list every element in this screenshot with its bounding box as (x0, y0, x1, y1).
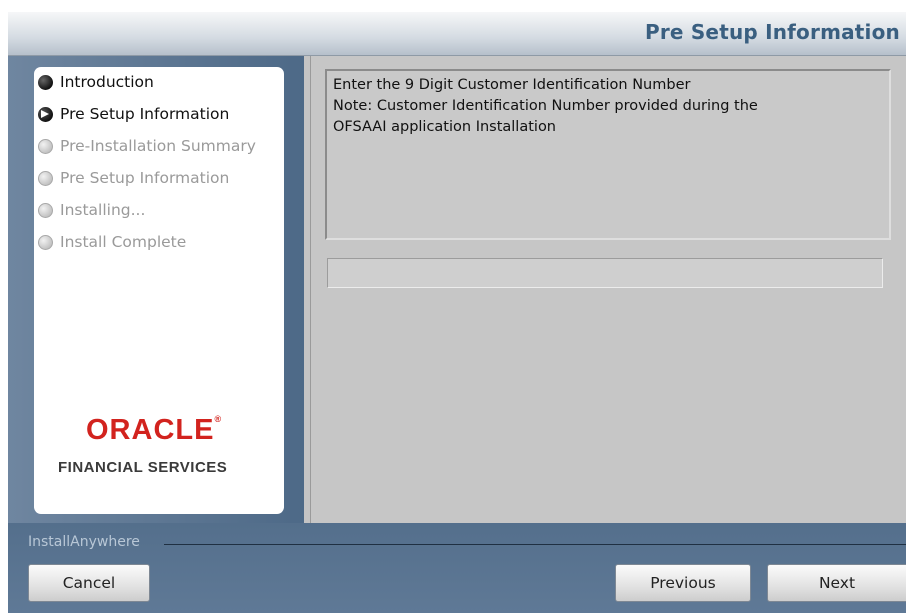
customer-id-input[interactable] (327, 258, 883, 288)
step-label: Install Complete (60, 233, 187, 251)
page-title: Pre Setup Information (644, 20, 900, 44)
step-pending-icon (38, 234, 53, 250)
step-label: Pre Setup Information (60, 169, 230, 187)
instruction-line: OFSAAI application Installation (333, 119, 557, 135)
footer-bar: InstallAnywhere Cancel Previous Next (8, 523, 906, 613)
instructions-box: Enter the 9 Digit Customer Identificatio… (325, 69, 891, 240)
step-pre-setup-information-2: Pre Setup Information (38, 167, 229, 189)
header-band: Pre Setup Information (8, 12, 906, 56)
step-pre-installation-summary: Pre-Installation Summary (38, 135, 256, 157)
step-label: Pre-Installation Summary (60, 137, 256, 155)
instruction-line: Note: Customer Identification Number pro… (333, 98, 758, 114)
step-complete-icon (38, 74, 53, 90)
cancel-button[interactable]: Cancel (28, 564, 150, 602)
step-install-complete: Install Complete (38, 231, 186, 253)
step-label: Introduction (60, 73, 154, 91)
instruction-line: Enter the 9 Digit Customer Identificatio… (333, 77, 691, 93)
main-content: Enter the 9 Digit Customer Identificatio… (310, 56, 906, 523)
step-introduction: Introduction (38, 71, 154, 93)
step-current-arrow-icon (38, 106, 53, 122)
step-pending-icon (38, 170, 53, 186)
footer-divider (164, 544, 906, 545)
previous-button[interactable]: Previous (615, 564, 751, 602)
installanywhere-label: InstallAnywhere (28, 534, 140, 550)
next-button[interactable]: Next (767, 564, 906, 602)
brand-subtitle: FINANCIAL SERVICES (58, 459, 228, 476)
step-pre-setup-information: Pre Setup Information (38, 103, 229, 125)
installer-window: Pre Setup Information Introduction Pre S… (8, 12, 906, 613)
step-label: Installing... (60, 201, 146, 219)
step-installing: Installing... (38, 199, 145, 221)
oracle-logo: ORACLE® (86, 414, 223, 446)
steps-panel: Introduction Pre Setup Information Pre-I… (34, 67, 284, 514)
step-label: Pre Setup Information (60, 105, 230, 123)
step-pending-icon (38, 202, 53, 218)
step-pending-icon (38, 138, 53, 154)
